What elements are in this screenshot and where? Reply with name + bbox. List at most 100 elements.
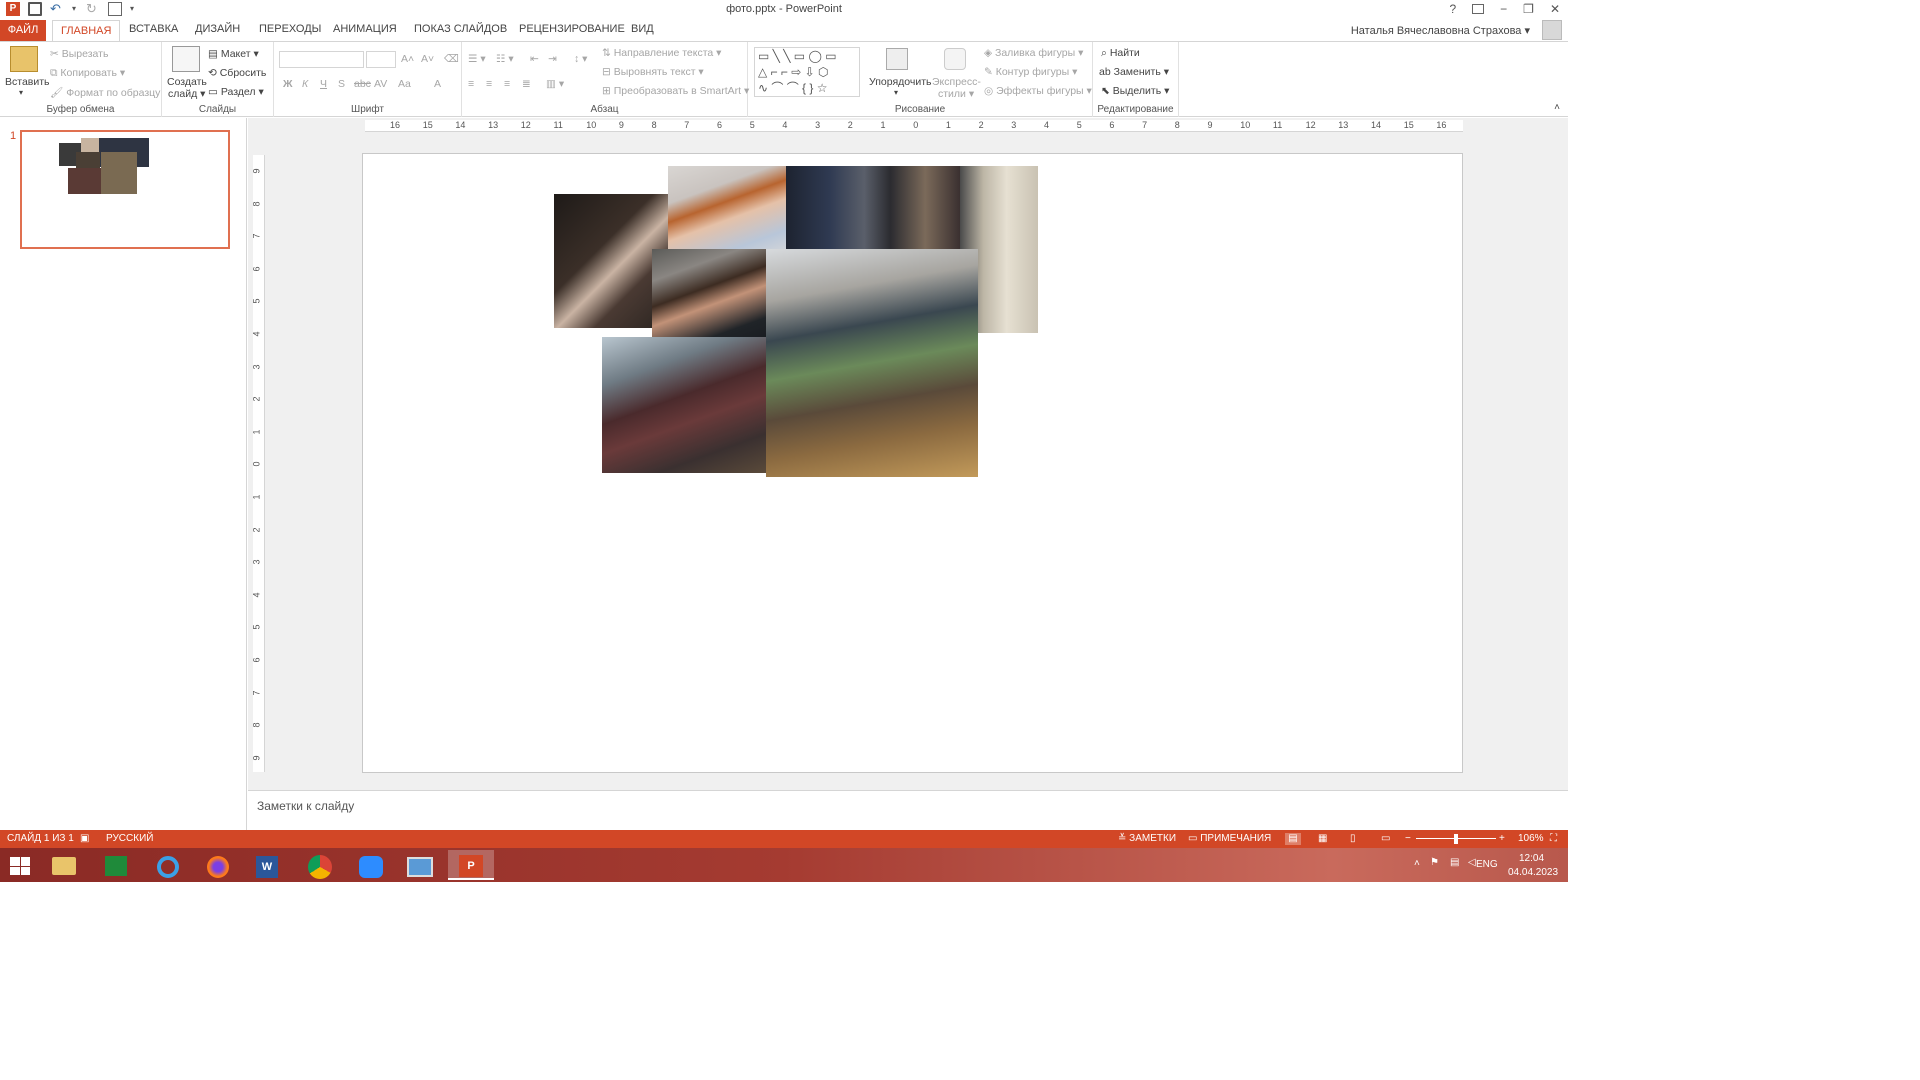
- select-button[interactable]: ⬉ Выделить ▾: [1101, 85, 1169, 97]
- font-size-input[interactable]: [366, 51, 396, 68]
- align-left-icon[interactable]: ≡: [468, 78, 474, 90]
- underline-button[interactable]: Ч: [320, 78, 327, 90]
- comments-toggle-button[interactable]: ▭ ПРИМЕЧАНИЯ: [1188, 833, 1271, 844]
- justify-icon[interactable]: ≣: [522, 78, 531, 90]
- collapse-ribbon-icon[interactable]: ˄: [1554, 102, 1560, 113]
- minimize-button[interactable]: −: [1500, 2, 1507, 16]
- shape-effects-button[interactable]: ◎ Эффекты фигуры ▾: [984, 85, 1092, 97]
- font-grow-button[interactable]: A˄: [401, 53, 414, 65]
- keyboard-language[interactable]: ENG: [1476, 859, 1498, 870]
- zoom-out-button[interactable]: −: [1405, 833, 1411, 844]
- arrange-button[interactable]: Упорядочить: [869, 76, 931, 88]
- shape-fill-button[interactable]: ◈ Заливка фигуры ▾: [984, 47, 1083, 59]
- word-taskbar-icon[interactable]: W: [243, 850, 289, 880]
- new-slide-label-1[interactable]: Создать: [167, 76, 207, 88]
- photo-exhibition-hall[interactable]: [786, 166, 960, 249]
- layout-button[interactable]: ▤ Макет ▾: [208, 48, 259, 60]
- new-slide-label-2[interactable]: слайд ▾: [168, 88, 205, 100]
- tab-transitions[interactable]: ПЕРЕХОДЫ: [259, 23, 321, 35]
- clock-time[interactable]: 12:04: [1519, 853, 1544, 864]
- new-slide-icon[interactable]: [172, 46, 200, 72]
- shape-outline-button[interactable]: ✎ Контур фигуры ▾: [984, 66, 1077, 78]
- font-shrink-button[interactable]: A˅: [421, 53, 434, 65]
- zoom-slider-handle[interactable]: [1454, 834, 1458, 844]
- tab-file[interactable]: ФАЙЛ: [0, 20, 46, 41]
- smartart-button[interactable]: ⊞ Преобразовать в SmartArt ▾: [602, 85, 749, 97]
- bullets-icon[interactable]: ☰ ▾: [468, 53, 486, 65]
- strikethrough-button[interactable]: abc: [354, 78, 371, 90]
- tab-home[interactable]: ГЛАВНАЯ: [52, 20, 121, 42]
- section-button[interactable]: ▭ Раздел ▾: [208, 86, 264, 98]
- fit-slide-icon[interactable]: ⛶: [1550, 833, 1557, 844]
- arrange-icon[interactable]: [886, 48, 908, 70]
- zoom-in-button[interactable]: +: [1499, 833, 1505, 844]
- line-spacing-icon[interactable]: ↕ ▾: [574, 53, 587, 65]
- ribbon-display-options-icon[interactable]: [1472, 4, 1485, 14]
- zoom-app-taskbar-icon[interactable]: [347, 850, 393, 880]
- start-button[interactable]: [0, 850, 40, 880]
- reset-button[interactable]: ⟲ Сбросить: [208, 67, 266, 79]
- paste-icon[interactable]: [10, 46, 38, 72]
- tab-slideshow[interactable]: ПОКАЗ СЛАЙДОВ: [414, 23, 507, 35]
- slide-thumbnail[interactable]: [20, 130, 230, 249]
- replace-button[interactable]: ab Заменить ▾: [1099, 66, 1169, 78]
- arrange-dropdown-icon[interactable]: ▾: [894, 88, 898, 97]
- language-indicator[interactable]: РУССКИЙ: [106, 833, 153, 844]
- columns-icon[interactable]: ▥ ▾: [546, 78, 564, 90]
- notes-toggle-button[interactable]: ≚ ЗАМЕТКИ: [1118, 833, 1176, 844]
- find-button[interactable]: ⌕ Найти: [1101, 47, 1140, 60]
- paste-button[interactable]: Вставить: [5, 76, 50, 88]
- user-name[interactable]: Наталья Вячеславовна Страхова ▾: [1351, 24, 1530, 37]
- copy-button[interactable]: ⧉ Копировать ▾: [50, 67, 125, 80]
- action-center-icon[interactable]: ⚑: [1430, 857, 1439, 868]
- zoom-level[interactable]: 106%: [1518, 833, 1544, 844]
- align-text-button[interactable]: ⊟ Выровнять текст ▾: [602, 66, 704, 78]
- tab-insert[interactable]: ВСТАВКА: [129, 23, 178, 35]
- photo-seated-audience[interactable]: [602, 337, 766, 473]
- help-button[interactable]: ?: [1449, 2, 1456, 16]
- avatar[interactable]: [1542, 20, 1562, 40]
- paste-dropdown-icon[interactable]: ▾: [19, 88, 23, 97]
- format-painter-button[interactable]: 🖌 Формат по образцу: [50, 86, 160, 99]
- text-direction-button[interactable]: ⇅ Направление текста ▾: [602, 47, 721, 59]
- quick-styles-label-2[interactable]: стили ▾: [938, 88, 974, 100]
- normal-view-icon[interactable]: ▤: [1285, 833, 1301, 845]
- shapes-gallery[interactable]: ▭ ╲ ╲ ▭ ◯ ▭ △ ⌐ ⌐ ⇨ ⇩ ⬡ ∿ ⌒ ⌒ { } ☆: [754, 47, 860, 97]
- photos-taskbar-icon[interactable]: [396, 850, 442, 880]
- spellcheck-icon[interactable]: ▣: [80, 833, 89, 844]
- cut-button[interactable]: ✂ Вырезать: [50, 48, 108, 60]
- store-taskbar-icon[interactable]: [92, 850, 138, 880]
- align-center-icon[interactable]: ≡: [486, 78, 492, 90]
- bold-button[interactable]: Ж: [283, 78, 293, 90]
- change-case-button[interactable]: Aa: [398, 78, 411, 90]
- photo-exhibition-visitors[interactable]: [766, 249, 978, 477]
- increase-indent-icon[interactable]: ⇥: [548, 53, 557, 65]
- chrome-taskbar-icon[interactable]: [296, 850, 342, 880]
- slideshow-view-icon[interactable]: ▭: [1381, 833, 1390, 844]
- reading-view-icon[interactable]: ▯: [1350, 833, 1356, 844]
- decrease-indent-icon[interactable]: ⇤: [530, 53, 539, 65]
- tab-review[interactable]: РЕЦЕНЗИРОВАНИЕ: [519, 23, 625, 35]
- quick-styles-label-1[interactable]: Экспресс-: [932, 76, 981, 88]
- photo-redhead-woman[interactable]: [668, 166, 786, 249]
- tab-animations[interactable]: АНИМАЦИЯ: [333, 23, 397, 35]
- align-right-icon[interactable]: ≡: [504, 78, 510, 90]
- char-spacing-button[interactable]: AV: [374, 78, 387, 90]
- internet-explorer-taskbar-icon[interactable]: [144, 850, 190, 880]
- font-color-button[interactable]: A: [434, 78, 441, 90]
- numbering-icon[interactable]: ☷ ▾: [496, 53, 514, 65]
- italic-button[interactable]: К: [302, 78, 308, 90]
- tray-expand-icon[interactable]: ˄: [1414, 858, 1420, 869]
- volume-icon[interactable]: ◁: [1468, 857, 1476, 868]
- clock-date[interactable]: 04.04.2023: [1508, 867, 1558, 878]
- photo-young-man[interactable]: [652, 249, 766, 337]
- clear-format-icon[interactable]: ⌫: [444, 53, 459, 65]
- notes-pane[interactable]: Заметки к слайду: [248, 790, 1568, 830]
- slide-sorter-icon[interactable]: ▦: [1318, 833, 1327, 844]
- firefox-taskbar-icon[interactable]: [194, 850, 240, 880]
- tab-design[interactable]: ДИЗАЙН: [195, 23, 240, 35]
- explorer-taskbar-icon[interactable]: [40, 850, 86, 880]
- restore-button[interactable]: ❐: [1523, 2, 1534, 16]
- quick-styles-icon[interactable]: [944, 48, 966, 70]
- tab-view[interactable]: ВИД: [631, 23, 654, 35]
